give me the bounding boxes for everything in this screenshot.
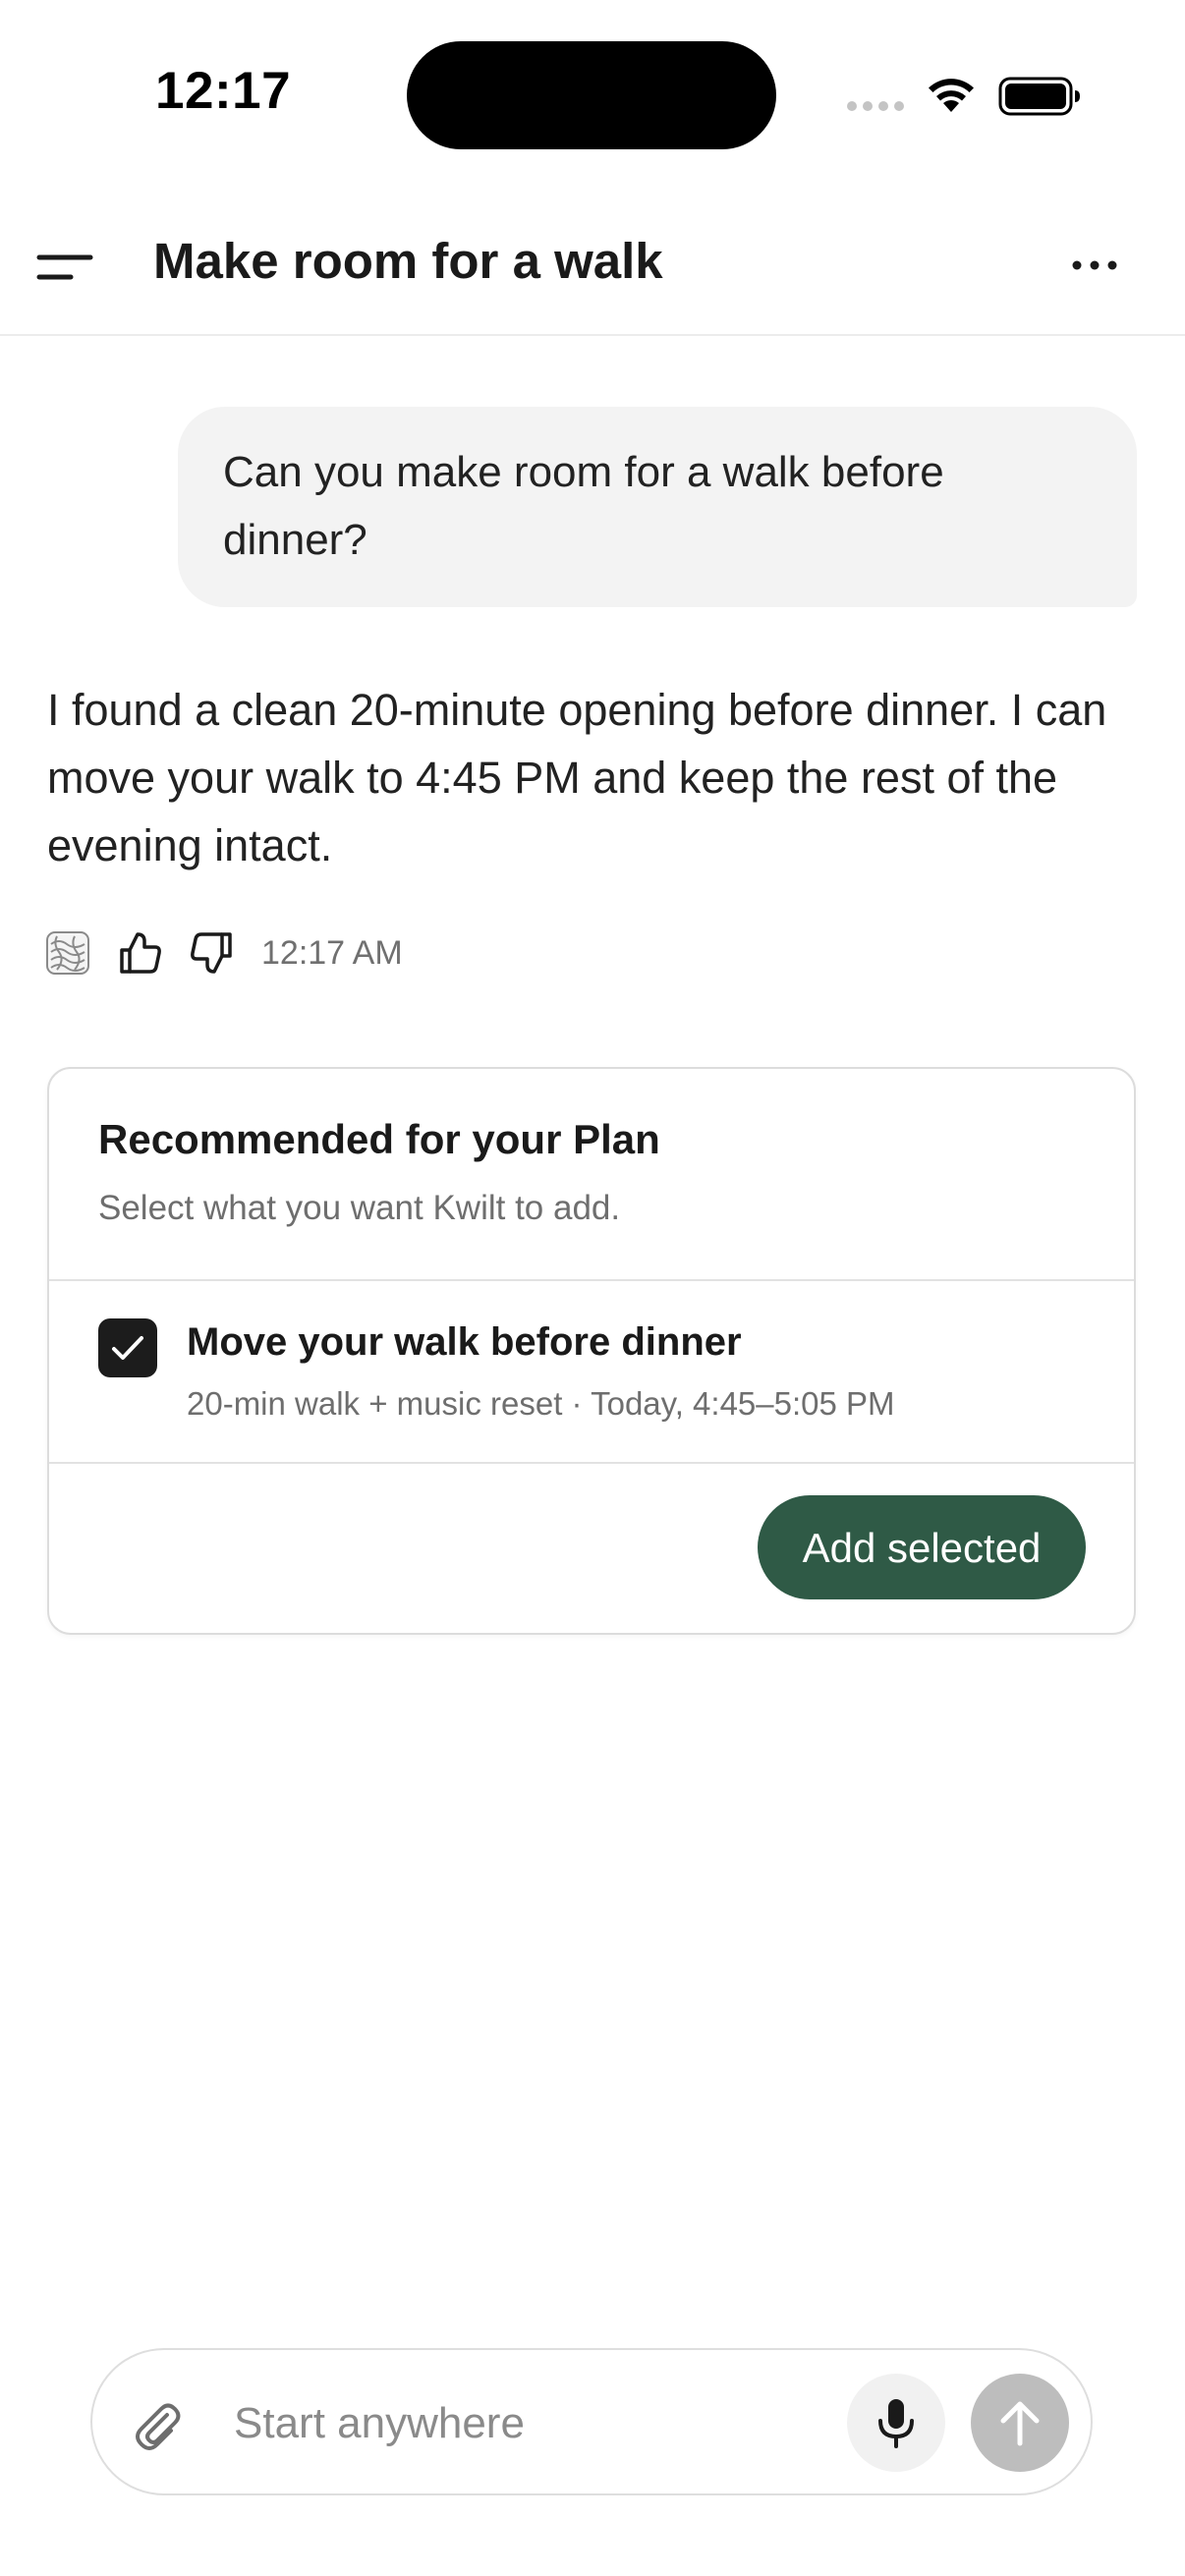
arrow-up-icon <box>1000 2401 1040 2446</box>
assistant-message: I found a clean 20-minute opening before… <box>47 685 1107 870</box>
thumbs-down-icon[interactable] <box>189 930 234 976</box>
item-detail: 20-min walk + music reset · Today, 4:45–… <box>187 1385 895 1422</box>
card-subtitle: Select what you want Kwilt to add. <box>98 1189 621 1227</box>
message-actions: 12:17 AM <box>45 928 403 978</box>
user-message-bubble: Can you make room for a walk before dinn… <box>178 407 1137 607</box>
thumbs-up-icon[interactable] <box>118 930 163 976</box>
conversation-header: Make room for a walk <box>0 202 1185 336</box>
send-button[interactable] <box>971 2374 1069 2472</box>
item-title: Move your walk before dinner <box>187 1320 742 1364</box>
message-composer <box>90 2348 1093 2495</box>
kwilt-logo-icon <box>46 931 89 975</box>
card-title: Recommended for your Plan <box>98 1116 660 1162</box>
recommendation-item[interactable]: Move your walk before dinner 20-min walk… <box>49 1281 1134 1464</box>
item-checkbox[interactable] <box>98 1318 157 1377</box>
recommendation-card: Recommended for your Plan Select what yo… <box>47 1067 1136 1635</box>
paperclip-icon[interactable] <box>130 2397 185 2452</box>
more-horizontal-icon[interactable] <box>1069 250 1120 281</box>
microphone-icon <box>878 2399 914 2448</box>
card-header: Recommended for your Plan Select what yo… <box>49 1069 1134 1281</box>
dynamic-island <box>407 41 776 149</box>
cellular-signal-icon <box>847 101 904 111</box>
status-time: 12:17 <box>155 62 292 120</box>
voice-input-button[interactable] <box>847 2374 945 2472</box>
message-timestamp: 12:17 AM <box>261 933 403 972</box>
add-selected-button[interactable]: Add selected <box>758 1495 1086 1599</box>
page-title: Make room for a walk <box>153 233 663 289</box>
wifi-icon <box>929 79 974 112</box>
message-input[interactable] <box>234 2389 863 2458</box>
hamburger-menu-icon[interactable] <box>35 242 94 291</box>
battery-icon <box>998 77 1080 116</box>
checkmark-icon <box>112 1336 143 1360</box>
